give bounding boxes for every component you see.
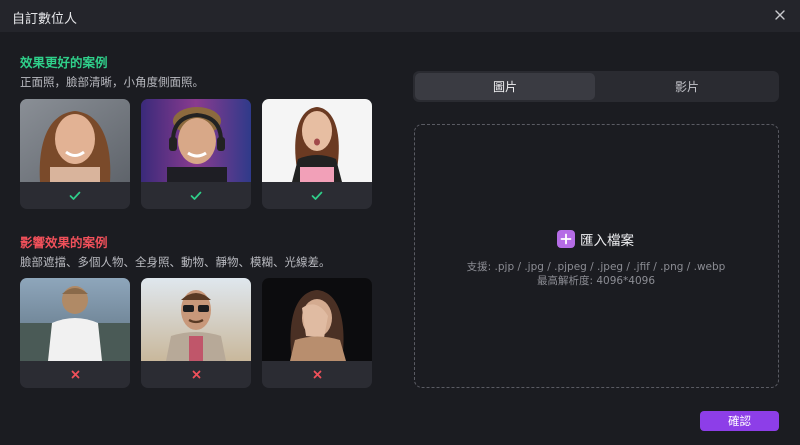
good-example-card (141, 99, 251, 209)
custom-avatar-dialog: 自訂數位人 效果更好的案例 正面照，臉部清晰，小角度側面照。 影響效果的案例 臉… (0, 0, 800, 445)
bad-examples-title: 影響效果的案例 (20, 235, 108, 250)
cross-icon (20, 361, 130, 388)
check-icon (141, 182, 251, 209)
good-example-card (20, 99, 130, 209)
cross-icon (141, 361, 251, 388)
example-photo-smiling-woman (20, 99, 130, 182)
tab-video[interactable]: 影片 (597, 73, 777, 100)
close-icon[interactable] (772, 7, 788, 23)
example-photo-man-sunglasses (141, 278, 251, 361)
upload-dropzone[interactable]: 匯入檔案 支援: .pjp / .jpg / .pjpeg / .jpeg / … (414, 124, 779, 388)
example-photo-man-headset (141, 99, 251, 182)
bad-example-card (20, 278, 130, 388)
bad-example-card (262, 278, 372, 388)
dialog-title: 自訂數位人 (12, 12, 78, 27)
tab-image[interactable]: 圖片 (415, 73, 595, 100)
import-file-button[interactable]: 匯入檔案 (557, 228, 634, 250)
cross-icon (262, 361, 372, 388)
bad-examples-description: 臉部遮擋、多個人物、全身照、動物、靜物、模糊、光線差。 (20, 255, 331, 269)
media-type-tabs: 圖片 影片 (413, 71, 779, 102)
good-example-card (262, 99, 372, 209)
confirm-button[interactable]: 確認 (700, 411, 779, 431)
title-bar: 自訂數位人 (0, 0, 800, 32)
good-examples-title: 效果更好的案例 (20, 55, 108, 70)
max-resolution-text: 最高解析度: 4096*4096 (536, 275, 656, 287)
bad-example-card (141, 278, 251, 388)
import-file-label: 匯入檔案 (580, 233, 634, 249)
check-icon (20, 182, 130, 209)
example-photo-person-from-behind (20, 278, 130, 361)
supported-formats-text: 支援: .pjp / .jpg / .pjpeg / .jpeg / .jfif… (466, 261, 726, 273)
check-icon (262, 182, 372, 209)
plus-icon (557, 230, 575, 248)
example-photo-woman-white-bg (262, 99, 372, 182)
example-photo-woman-covering-face (262, 278, 372, 361)
good-examples-description: 正面照，臉部清晰，小角度側面照。 (20, 75, 204, 89)
